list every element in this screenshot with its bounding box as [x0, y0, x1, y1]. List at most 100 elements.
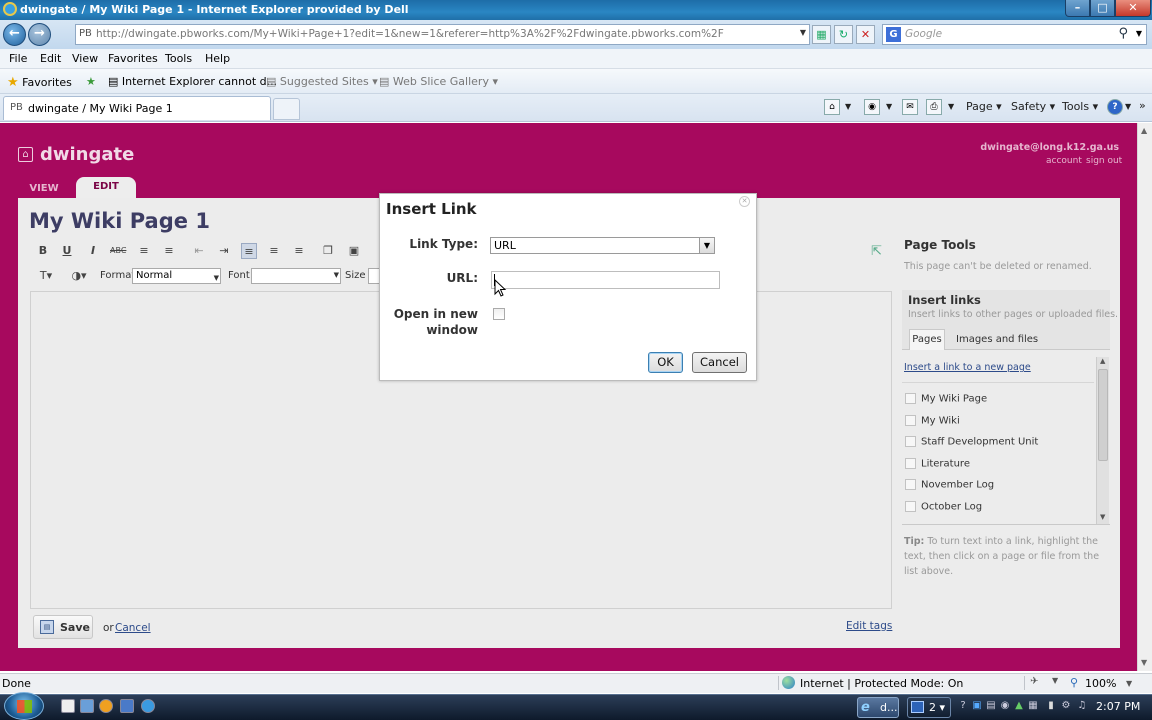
close-window-button[interactable]: ✕: [1115, 0, 1151, 17]
menu-edit[interactable]: Edit: [40, 52, 61, 65]
outdent-icon[interactable]: ⇤: [191, 243, 207, 259]
tray-battery-icon[interactable]: ▮: [1045, 700, 1057, 712]
menu-view[interactable]: View: [72, 52, 98, 65]
search-icon[interactable]: ⚲: [1118, 26, 1128, 41]
menu-help[interactable]: Help: [205, 52, 230, 65]
search-field[interactable]: G Google ⚲ ▼: [882, 24, 1147, 45]
help-dropdown-icon[interactable]: ▼: [1125, 102, 1131, 111]
list-item[interactable]: November Log: [905, 479, 994, 491]
tab-view[interactable]: VIEW: [18, 179, 70, 198]
start-button[interactable]: [4, 692, 44, 720]
address-dropdown-icon[interactable]: ▼: [800, 28, 806, 37]
show-desktop-icon[interactable]: [61, 699, 75, 713]
save-button[interactable]: ▤ Save: [33, 615, 93, 639]
list-item[interactable]: October Log: [905, 501, 982, 513]
page-checkbox[interactable]: [905, 393, 916, 404]
tray-network-icon[interactable]: ▣: [971, 700, 983, 712]
help-icon[interactable]: ?: [1107, 99, 1123, 115]
browser-tab-active[interactable]: PB dwingate / My Wiki Page 1: [3, 96, 271, 120]
list-item[interactable]: My Wiki: [905, 415, 960, 427]
menu-favorites[interactable]: Favorites: [108, 52, 158, 65]
indent-icon[interactable]: ⇥: [216, 243, 232, 259]
tray-app2-icon[interactable]: ▦: [1027, 700, 1039, 712]
feeds-icon[interactable]: ◉: [864, 99, 880, 115]
url-input[interactable]: [491, 271, 720, 289]
page-list-scrollbar[interactable]: ▲ ▼: [1096, 357, 1109, 524]
font-select[interactable]: ▼: [251, 268, 341, 284]
scroll-down-icon[interactable]: ▼: [1141, 658, 1147, 667]
text-color-icon[interactable]: T▾: [35, 268, 57, 284]
chevron-down-icon[interactable]: ▼: [699, 238, 714, 253]
protected-mode-icon[interactable]: ✈: [1030, 676, 1038, 687]
taskbar-clock[interactable]: 2:07 PM: [1096, 700, 1140, 713]
numbered-list-icon[interactable]: ≡: [136, 243, 152, 259]
list-item[interactable]: My Wiki Page: [905, 393, 987, 405]
favorites-button[interactable]: ★ Favorites: [7, 75, 72, 90]
address-bar[interactable]: PB http://dwingate.pbworks.com/My+Wiki+P…: [75, 24, 810, 45]
print-icon[interactable]: ⎙: [926, 99, 942, 115]
home-icon[interactable]: ⌂: [824, 99, 840, 115]
page-checkbox[interactable]: [905, 501, 916, 512]
site-name[interactable]: dwingate: [40, 144, 134, 165]
scroll-up-icon[interactable]: ▲: [1141, 126, 1147, 135]
format-select[interactable]: Normal ▼: [132, 268, 221, 284]
compatibility-view-icon[interactable]: ▦: [812, 25, 831, 44]
search-options-icon[interactable]: ▼: [1136, 29, 1142, 38]
bold-button[interactable]: B: [35, 243, 51, 259]
page-checkbox[interactable]: [905, 458, 916, 469]
safety-menu-button[interactable]: Safety ▾: [1011, 100, 1055, 113]
page-checkbox[interactable]: [905, 436, 916, 447]
feeds-dropdown-icon[interactable]: ▼: [886, 102, 892, 111]
maximize-editor-icon[interactable]: ⇱: [871, 244, 887, 260]
scroll-down-icon[interactable]: ▼: [1100, 513, 1105, 521]
align-center-button[interactable]: ≡: [266, 243, 282, 259]
fav-item-ie-cannot[interactable]: ▤ Internet Explorer cannot d...: [108, 75, 277, 88]
tools-menu-button[interactable]: Tools ▾: [1062, 100, 1098, 113]
new-tab-button[interactable]: [273, 98, 300, 120]
site-home-icon[interactable]: ⌂: [18, 147, 33, 162]
scroll-up-icon[interactable]: ▲: [1100, 357, 1105, 365]
zoom-level[interactable]: 100%: [1085, 677, 1116, 690]
paste-icon[interactable]: ▣: [346, 243, 362, 259]
strikethrough-button[interactable]: ABC: [110, 243, 126, 259]
status-dropdown-icon[interactable]: ▼: [1052, 676, 1058, 685]
background-color-icon[interactable]: ◑▾: [67, 268, 91, 284]
read-mail-icon[interactable]: ✉: [902, 99, 918, 115]
list-item[interactable]: Staff Development Unit: [905, 436, 1038, 448]
ok-button[interactable]: OK: [648, 352, 683, 373]
page-scrollbar[interactable]: ▲ ▼: [1137, 123, 1152, 671]
refresh-icon[interactable]: ↻: [834, 25, 853, 44]
scrollbar-thumb[interactable]: [1098, 369, 1108, 461]
zoom-dropdown-icon[interactable]: ▼: [1126, 679, 1132, 688]
maximize-button[interactable]: □: [1090, 0, 1115, 17]
page-checkbox[interactable]: [905, 479, 916, 490]
tray-app-icon[interactable]: ◉: [999, 700, 1011, 712]
fav-item-suggested-sites[interactable]: ▤ Suggested Sites ▾: [266, 75, 378, 88]
cancel-button[interactable]: Cancel: [692, 352, 747, 373]
account-link[interactable]: account: [1046, 156, 1082, 166]
list-item[interactable]: Literature: [905, 458, 970, 470]
add-favorites-icon[interactable]: ★: [86, 75, 96, 88]
tab-images-and-files[interactable]: Images and files: [956, 334, 1038, 345]
open-in-new-window-checkbox[interactable]: [493, 308, 505, 320]
quicklaunch-media-icon[interactable]: [99, 699, 113, 713]
tray-signal-icon[interactable]: ▲: [1013, 700, 1025, 712]
menu-tools[interactable]: Tools: [165, 52, 192, 65]
quicklaunch-window-icon[interactable]: [120, 699, 134, 713]
quicklaunch-explorer-icon[interactable]: [80, 699, 94, 713]
tab-edit[interactable]: EDIT: [76, 177, 136, 198]
security-zone-text[interactable]: Internet | Protected Mode: On: [800, 677, 963, 690]
address-url[interactable]: http://dwingate.pbworks.com/My+Wiki+Page…: [96, 28, 724, 40]
tab-pages[interactable]: Pages: [909, 329, 945, 350]
link-type-select[interactable]: URL ▼: [490, 237, 715, 254]
minimize-button[interactable]: –: [1065, 0, 1090, 17]
menu-file[interactable]: File: [9, 52, 27, 65]
close-icon[interactable]: ✕: [739, 196, 750, 207]
edit-tags-link[interactable]: Edit tags: [846, 620, 892, 632]
fav-item-web-slice-gallery[interactable]: ▤ Web Slice Gallery ▾: [379, 75, 498, 88]
align-left-button[interactable]: ≡: [241, 243, 257, 259]
taskbar-group-button[interactable]: 2 ▾: [907, 697, 951, 718]
home-dropdown-icon[interactable]: ▼: [845, 102, 851, 111]
chevron-right-icon[interactable]: »: [1139, 99, 1146, 112]
quicklaunch-ie-icon[interactable]: [141, 699, 155, 713]
